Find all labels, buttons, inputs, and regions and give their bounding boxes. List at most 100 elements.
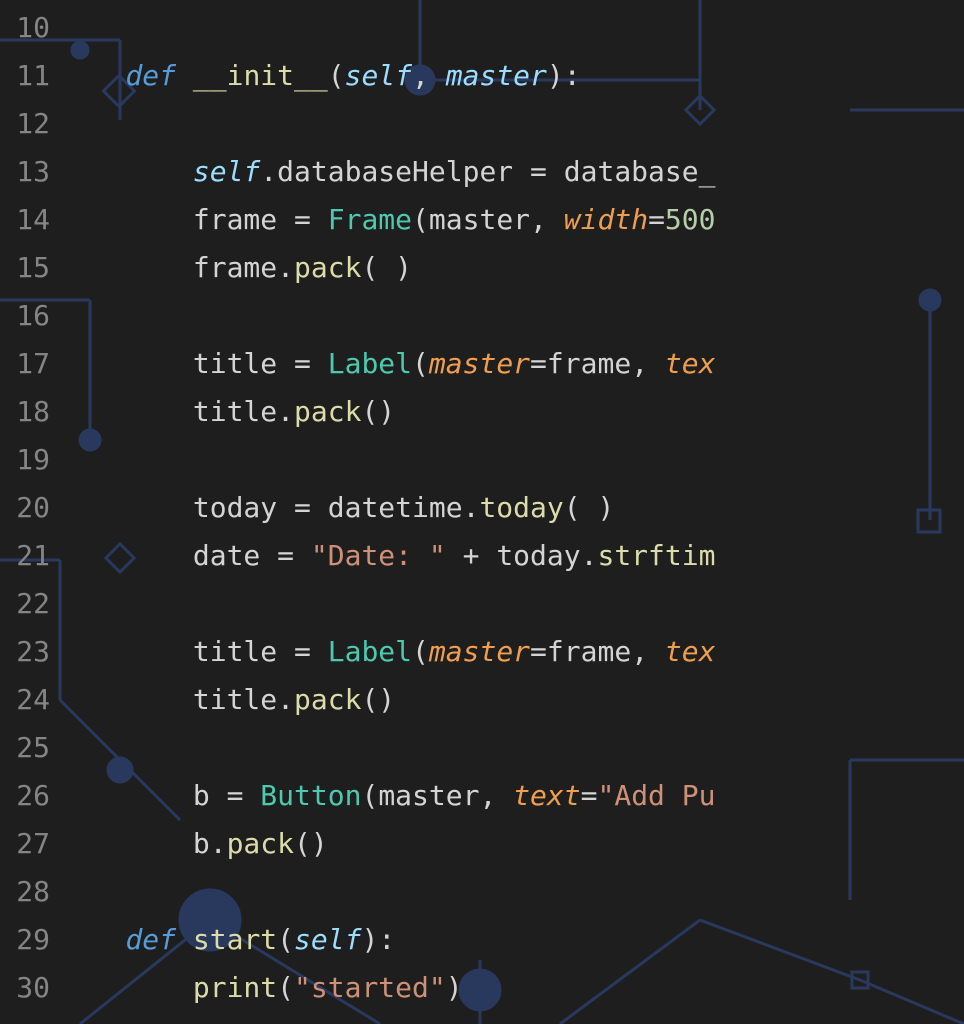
token-op: ( — [412, 203, 429, 236]
line-number: 24 — [0, 676, 50, 724]
token-op: () — [361, 395, 395, 428]
code-area[interactable]: def __init__(self, master): self.databas… — [58, 0, 964, 1024]
token-id — [58, 539, 193, 572]
token-id — [58, 827, 193, 860]
token-id — [58, 203, 193, 236]
code-line[interactable]: title = Label(master=frame, tex — [58, 340, 964, 388]
line-number: 22 — [0, 580, 50, 628]
token-op: . — [277, 395, 294, 428]
token-op: . — [277, 683, 294, 716]
token-op: = — [260, 539, 311, 572]
token-op: = — [277, 347, 328, 380]
token-id: today — [496, 539, 580, 572]
code-line[interactable]: print("started") — [58, 964, 964, 1012]
code-line[interactable]: date = "Date: " + today.strftim — [58, 532, 964, 580]
token-kw: def — [125, 923, 176, 956]
token-cls: Label — [328, 635, 412, 668]
token-op: = — [648, 203, 665, 236]
token-op: . — [581, 539, 598, 572]
token-op: = — [530, 347, 547, 380]
code-line[interactable]: frame = Frame(master, width=500 — [58, 196, 964, 244]
code-line[interactable]: self.databaseHelper = database_ — [58, 148, 964, 196]
token-kw: def — [125, 59, 176, 92]
code-line[interactable] — [58, 100, 964, 148]
token-arg: width — [564, 203, 648, 236]
token-fn: __init__ — [193, 59, 328, 92]
line-number: 28 — [0, 868, 50, 916]
token-op: = — [513, 155, 564, 188]
token-op: , — [412, 59, 446, 92]
token-op: = — [277, 635, 328, 668]
code-line[interactable]: frame.pack( ) — [58, 244, 964, 292]
line-number: 27 — [0, 820, 50, 868]
token-id: title — [193, 395, 277, 428]
token-id — [176, 923, 193, 956]
token-id: frame — [547, 635, 631, 668]
token-op: ( — [328, 59, 345, 92]
line-number: 20 — [0, 484, 50, 532]
code-line[interactable] — [58, 868, 964, 916]
token-op: () — [294, 827, 328, 860]
token-id — [58, 923, 125, 956]
code-line[interactable]: today = datetime.today( ) — [58, 484, 964, 532]
token-op: : — [378, 923, 395, 956]
token-id: b — [193, 779, 210, 812]
token-id: title — [193, 683, 277, 716]
token-id: title — [193, 635, 277, 668]
code-line[interactable] — [58, 724, 964, 772]
line-number: 10 — [0, 4, 50, 52]
token-id — [58, 395, 193, 428]
code-line[interactable]: b.pack() — [58, 820, 964, 868]
code-line[interactable] — [58, 580, 964, 628]
token-meth: pack — [294, 395, 361, 428]
token-arg: text — [513, 779, 580, 812]
token-meth: pack — [294, 251, 361, 284]
token-arg: master — [429, 347, 530, 380]
line-number: 19 — [0, 436, 50, 484]
token-id — [58, 491, 193, 524]
token-id: master — [429, 203, 530, 236]
token-self: self — [294, 923, 361, 956]
token-op: . — [210, 827, 227, 860]
token-id — [58, 347, 193, 380]
code-line[interactable] — [58, 292, 964, 340]
line-number: 16 — [0, 292, 50, 340]
code-line[interactable] — [58, 4, 964, 52]
code-line[interactable]: def start(self): — [58, 916, 964, 964]
token-op: ( — [277, 923, 294, 956]
token-meth: pack — [294, 683, 361, 716]
token-op: , — [631, 347, 665, 380]
token-arg: tex — [665, 347, 716, 380]
token-meth: today — [479, 491, 563, 524]
code-line[interactable] — [58, 436, 964, 484]
token-op: = — [530, 635, 547, 668]
code-line[interactable]: def __init__(self, master): — [58, 52, 964, 100]
code-line[interactable]: title.pack() — [58, 676, 964, 724]
token-num: 500 — [665, 203, 716, 236]
token-op: , — [479, 779, 513, 812]
line-number: 14 — [0, 196, 50, 244]
token-op: , — [631, 635, 665, 668]
line-number: 30 — [0, 964, 50, 1012]
code-editor[interactable]: 1011121314151617181920212223242526272829… — [0, 0, 964, 1024]
token-meth: pack — [227, 827, 294, 860]
token-str: "Add Pu — [597, 779, 715, 812]
token-id — [58, 251, 193, 284]
token-id: databaseHelper — [277, 155, 513, 188]
token-id: frame — [193, 203, 277, 236]
token-id: today — [193, 491, 277, 524]
code-line[interactable]: b = Button(master, text="Add Pu — [58, 772, 964, 820]
token-id — [58, 971, 193, 1004]
token-id: b — [193, 827, 210, 860]
token-str: "Date: " — [311, 539, 446, 572]
token-id: title — [193, 347, 277, 380]
code-line[interactable]: title.pack() — [58, 388, 964, 436]
token-id — [176, 59, 193, 92]
token-id — [58, 683, 193, 716]
token-cls: Frame — [328, 203, 412, 236]
line-number: 11 — [0, 52, 50, 100]
token-id — [58, 155, 193, 188]
token-op: . — [260, 155, 277, 188]
code-line[interactable]: title = Label(master=frame, tex — [58, 628, 964, 676]
token-op: ( ) — [564, 491, 615, 524]
